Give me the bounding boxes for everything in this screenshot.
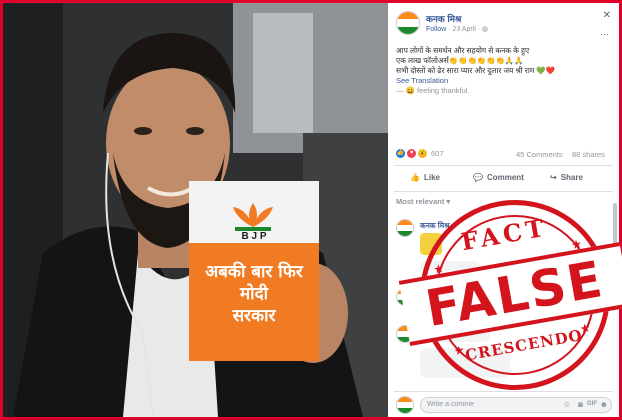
close-icon[interactable]: ✕ [603,10,611,21]
post-text-line2: एक लाख फॉलोअर्स👏👏👏👏👏👏🙏🙏 [396,56,524,65]
more-options-icon[interactable]: ··· [600,29,609,39]
share-button[interactable]: ↪ Share [550,173,583,182]
share-icon: ↪ [550,173,557,182]
stamp-star-icon: ★ [452,342,466,359]
booklet-line2: मोदी [240,284,268,304]
reactions-summary[interactable]: 👍 ♥ 😮 607 [396,149,444,158]
share-label: Share [560,173,583,182]
photo-illustration [3,3,388,417]
see-translation-link[interactable]: See Translation [396,76,616,86]
sticker-icon[interactable]: ☻ [600,400,608,409]
follow-link[interactable]: Follow [426,26,446,33]
thumbs-up-icon: 👍 [410,173,420,182]
emoji-icon[interactable]: ☺ [563,400,571,409]
booklet-line1: अबकी बार फिर [205,262,303,282]
divider-compose [394,391,613,392]
comment-button[interactable]: 💬 Comment [473,173,524,182]
wow-reaction-icon: 😮 [418,149,427,158]
shares-count[interactable]: 88 shares [572,150,605,159]
like-label: Like [423,173,440,182]
comment-label: Comment [486,173,524,182]
author-name[interactable]: कनक मिश्र [426,12,461,25]
stamp-star-icon: ★ [578,320,592,337]
comments-count[interactable]: 45 Comments [516,150,563,159]
author-avatar[interactable] [396,11,420,35]
comment-avatar[interactable] [396,219,414,237]
post-meta: Follow · 23 April · ◍ [426,25,488,33]
post-text-line1: आप लोगों के समर्थन और सहयोग से कनक के हु… [396,46,530,55]
globe-icon: ◍ [482,26,489,33]
divider-top [394,165,613,166]
comment-input[interactable]: Write a comme ☺ ◙ GIF ☻ [420,397,612,413]
comment-icon: 💬 [473,173,483,182]
feeling-text: — 😀 feeling thankful. [396,86,470,95]
camera-icon[interactable]: ◙ [578,400,583,409]
divider-bottom [394,191,613,192]
stamp-star-icon: ★ [570,236,584,253]
like-reaction-icon: 👍 [396,149,405,158]
booklet-brand: B J P [241,231,267,242]
like-button[interactable]: 👍 Like [410,173,440,182]
comment-sort[interactable]: Most relevant ▾ [396,197,450,206]
post-text: आप लोगों के समर्थन और सहयोग से कनक के हु… [396,46,616,96]
reaction-count: 607 [431,149,444,158]
post-date[interactable]: · 23 April · [448,26,482,33]
post-text-line3: सभी दोस्तों को ढेर सारा प्यार और दुलार ज… [396,66,556,75]
love-reaction-icon: ♥ [407,149,416,158]
comment-input-placeholder: Write a comme [427,401,474,408]
stamp-star-icon: ★ [432,261,446,277]
viewer-avatar[interactable] [396,396,414,414]
booklet-line3: सरकार [232,306,276,326]
post-photo[interactable]: B J P अबकी बार फिर मोदी सरकार [3,3,388,417]
gif-icon[interactable]: GIF [587,401,597,407]
